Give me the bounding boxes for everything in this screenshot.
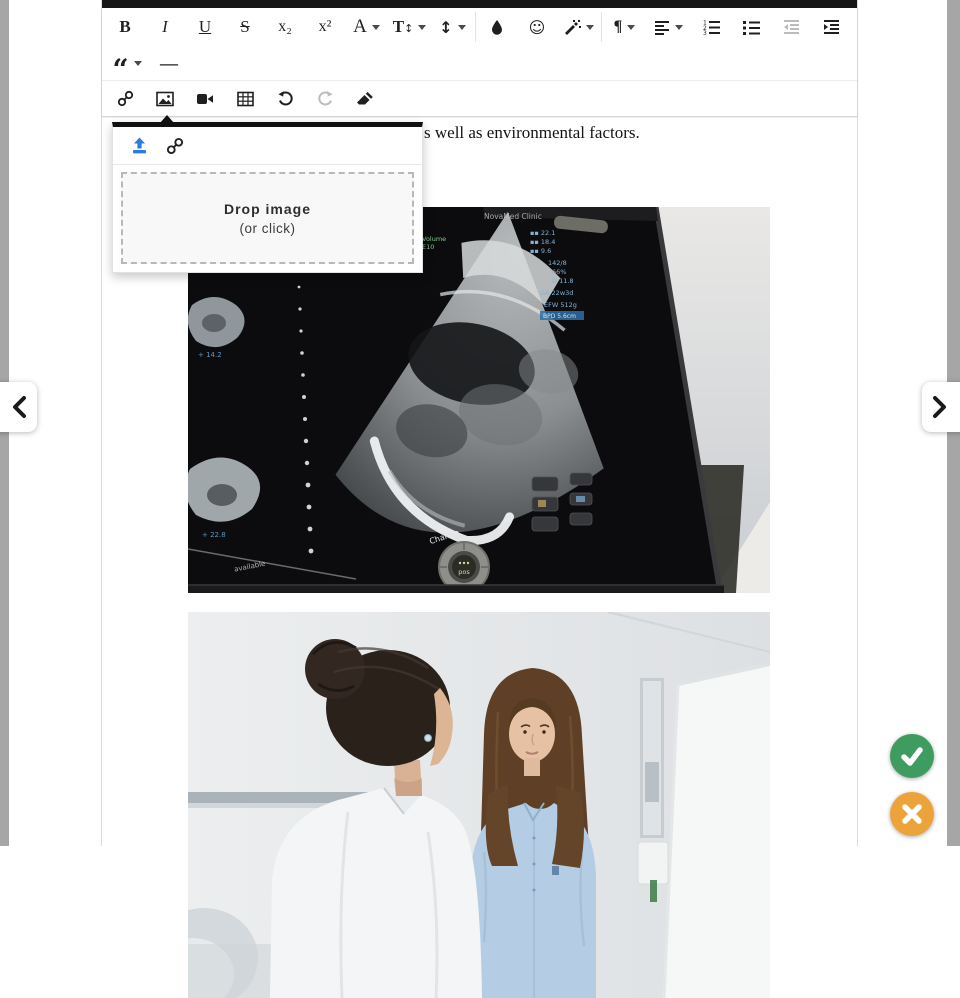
redo-icon <box>317 90 334 107</box>
svg-text:Volume: Volume <box>422 235 446 243</box>
indent-icon <box>823 19 840 35</box>
eraser-icon <box>356 91 374 106</box>
confirm-button[interactable] <box>890 734 934 778</box>
insert-image-button[interactable] <box>145 84 185 114</box>
video-icon <box>196 92 214 106</box>
outdent-button[interactable] <box>771 12 811 42</box>
paragraph-format-button[interactable]: ¶ <box>603 12 646 42</box>
unordered-list-button[interactable] <box>731 12 771 42</box>
svg-text:▪▪ 22.1: ▪▪ 22.1 <box>530 229 555 237</box>
line-height-button[interactable]: ↕ <box>431 12 474 42</box>
unordered-list-icon <box>743 19 760 35</box>
dropzone-subtitle: (or click) <box>240 221 296 236</box>
image-dropzone[interactable]: Drop image (or click) <box>121 172 414 264</box>
consultation-photo[interactable] <box>188 612 770 998</box>
svg-text:EFW 512g: EFW 512g <box>544 301 577 309</box>
svg-text:▪▪ 9.6: ▪▪ 9.6 <box>530 247 551 255</box>
x-icon <box>900 802 924 826</box>
svg-text:3: 3 <box>703 30 707 35</box>
outdent-icon <box>783 19 800 35</box>
cancel-button[interactable] <box>890 792 934 836</box>
underline-button[interactable]: U <box>185 12 225 42</box>
ordered-list-button[interactable]: 1 2 3 <box>691 12 731 42</box>
align-left-icon <box>654 19 670 35</box>
carousel-prev-button[interactable] <box>0 382 37 432</box>
toolbar-separator <box>475 12 476 42</box>
subscript-button[interactable]: x₂ <box>265 12 305 42</box>
undo-icon <box>277 90 294 107</box>
chevron-down-icon <box>586 25 594 30</box>
font-size-button[interactable]: T↕ <box>388 12 431 42</box>
svg-text:D 11.8: D 11.8 <box>552 277 574 285</box>
insert-image-dropdown: Drop image (or click) <box>112 122 423 273</box>
droplet-icon <box>489 19 505 35</box>
chevron-down-icon <box>675 25 683 30</box>
wand-icon <box>564 19 581 36</box>
blockquote-button[interactable]: “ <box>105 48 149 78</box>
superscript-button[interactable]: x² <box>305 12 345 42</box>
image-icon <box>156 91 174 107</box>
horizontal-rule-button[interactable]: — <box>149 48 189 78</box>
chevron-down-icon <box>134 61 142 66</box>
check-icon <box>899 743 925 769</box>
svg-text:+ 14.2: + 14.2 <box>198 351 222 359</box>
link-icon <box>166 137 184 155</box>
tab-image-url[interactable] <box>157 130 193 162</box>
svg-text:66%: 66% <box>552 268 566 276</box>
svg-text:+ 22.8: + 22.8 <box>202 531 226 539</box>
dropzone-title: Drop image <box>224 201 311 217</box>
upload-icon <box>130 137 149 155</box>
tab-upload[interactable] <box>121 130 157 162</box>
chevron-down-icon <box>458 25 466 30</box>
undo-button[interactable] <box>265 84 305 114</box>
emoji-button[interactable]: ☺ <box>517 12 557 42</box>
text-color-button[interactable]: A <box>345 12 388 42</box>
editor-top-bar <box>102 0 857 8</box>
ordered-list-icon: 1 2 3 <box>703 19 720 35</box>
link-icon <box>117 90 134 107</box>
magic-wand-button[interactable] <box>557 12 600 42</box>
indent-button[interactable] <box>811 12 851 42</box>
insert-video-button[interactable] <box>185 84 225 114</box>
svg-text:GA 22w3d: GA 22w3d <box>540 289 573 297</box>
table-icon <box>237 91 254 107</box>
patient-figure <box>470 668 596 998</box>
svg-text:E10: E10 <box>422 243 434 251</box>
svg-text:BPD 5.6cm: BPD 5.6cm <box>543 313 576 320</box>
chevron-down-icon <box>627 25 635 30</box>
remove-format-button[interactable] <box>345 84 385 114</box>
insert-link-button[interactable] <box>105 84 145 114</box>
toolbar-row-3 <box>102 80 857 116</box>
chevron-left-icon <box>11 395 27 419</box>
chevron-down-icon <box>418 25 426 30</box>
color-droplet-button[interactable] <box>477 12 517 42</box>
redo-button[interactable] <box>305 84 345 114</box>
toolbar-separator <box>601 12 602 42</box>
chevron-right-icon <box>932 395 948 419</box>
editor-toolbar: B I U S x₂ x² A T↕ ↕ ☺ <box>102 8 857 117</box>
svg-text:pos: pos <box>458 568 470 576</box>
insert-table-button[interactable] <box>225 84 265 114</box>
dropdown-caret-up-icon <box>160 115 174 123</box>
image-dropdown-tabs <box>113 127 422 165</box>
strikethrough-button[interactable]: S <box>225 12 265 42</box>
toolbar-row-1: B I U S x₂ x² A T↕ ↕ ☺ <box>102 8 857 46</box>
italic-button[interactable]: I <box>145 12 185 42</box>
paragraph-text: s well as environmental factors. <box>424 123 640 143</box>
clinic-name-text: NovaMed Clinic <box>484 212 542 221</box>
chevron-down-icon <box>372 25 380 30</box>
carousel-next-button[interactable] <box>922 382 960 432</box>
bold-button[interactable]: B <box>105 12 145 42</box>
align-button[interactable] <box>646 12 691 42</box>
svg-text:▪▪ 18.4: ▪▪ 18.4 <box>530 238 555 246</box>
svg-text:142/8: 142/8 <box>548 259 567 267</box>
toolbar-row-2: “ — <box>102 46 857 80</box>
